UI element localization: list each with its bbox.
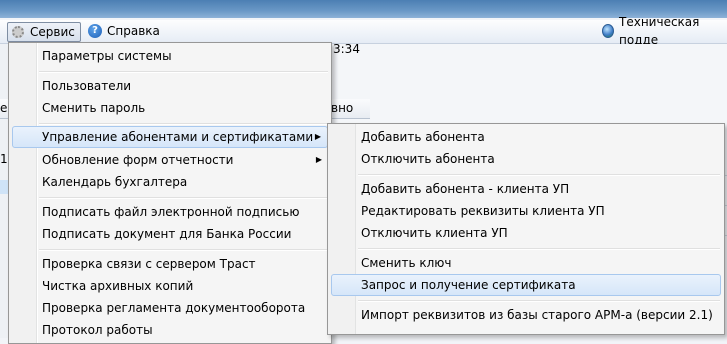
menu-help-label: Справка	[107, 24, 160, 38]
menu-separator	[39, 123, 328, 125]
menu-item-label: Добавить абонента - клиента УП	[361, 182, 570, 196]
menu-item-update-report-forms[interactable]: Обновление форм отчетности ▶	[12, 149, 328, 171]
help-icon: ?	[88, 24, 102, 38]
menu-item-edit-up-client[interactable]: Редактировать реквизиты клиента УП	[331, 200, 721, 222]
menu-item-import-old-arm[interactable]: Импорт реквизитов из базы старого АРМ-а …	[331, 304, 721, 326]
background-time-text: 3:34	[333, 42, 360, 56]
menu-item-disable-up-client[interactable]: Отключить клиента УП	[331, 222, 721, 244]
menu-item-label: Чистка архивных копий	[42, 279, 194, 293]
menu-item-manage-subscribers[interactable]: Управление абонентами и сертификатами ▶	[12, 126, 328, 148]
menu-item-label: Пользователи	[42, 79, 132, 93]
menu-separator	[358, 248, 720, 250]
gear-icon	[12, 26, 24, 38]
menu-item-label: Запрос и получение сертификата	[361, 278, 576, 292]
menu-separator	[39, 249, 328, 251]
menu-separator	[39, 197, 328, 199]
menu-item-label: Проверка связи с сервером Траст	[42, 257, 256, 271]
menu-item-sign-document-bank[interactable]: Подписать документ для Банка России	[12, 223, 328, 245]
menu-separator	[358, 174, 720, 176]
menu-item-clean-archives[interactable]: Чистка архивных копий	[12, 275, 328, 297]
menu-item-request-certificate[interactable]: Запрос и получение сертификата	[331, 274, 721, 296]
submenu-arrow-icon: ▶	[314, 132, 321, 141]
menu-item-label: Управление абонентами и сертификатами	[42, 130, 314, 144]
menu-item-label: Импорт реквизитов из базы старого АРМ-а …	[361, 308, 713, 322]
menu-item-label: Добавить абонента	[361, 130, 485, 144]
menu-item-label: Проверка регламента документооборота	[42, 301, 306, 315]
menu-item-label: Отключить клиента УП	[361, 226, 508, 240]
menu-separator	[358, 300, 720, 302]
menu-item-label: Параметры системы	[42, 49, 172, 63]
window-title-bar	[0, 0, 727, 18]
service-menu: Параметры системы Пользователи Сменить п…	[8, 42, 332, 344]
menu-separator	[39, 71, 328, 73]
subscriber-submenu: Добавить абонента Отключить абонента Доб…	[327, 123, 725, 335]
menu-item-label: Подписать файл электронной подписью	[42, 205, 300, 219]
menu-item-label: Отключить абонента	[361, 152, 495, 166]
globe-icon	[602, 24, 615, 38]
menu-item-check-connection[interactable]: Проверка связи с сервером Траст	[12, 253, 328, 275]
menu-item-label: Обновление форм отчетности	[42, 153, 234, 167]
menu-tech-support[interactable]: Техническая подде	[598, 15, 727, 47]
menu-item-check-workflow[interactable]: Проверка регламента документооборота	[12, 297, 328, 319]
background-header-text: вно	[331, 101, 354, 115]
submenu-arrow-icon: ▶	[315, 155, 322, 164]
menu-item-add-up-client[interactable]: Добавить абонента - клиента УП	[331, 178, 721, 200]
menu-item-users[interactable]: Пользователи	[12, 75, 328, 97]
menu-item-label: Сменить пароль	[42, 101, 146, 115]
menu-item-system-settings[interactable]: Параметры системы	[12, 45, 328, 67]
menu-help[interactable]: ? Справка	[84, 22, 165, 40]
menu-item-label: Подписать документ для Банка России	[42, 227, 292, 241]
background-left-text: е	[0, 101, 8, 115]
menu-bar: Сервис ? Справка Техническая подде	[0, 15, 727, 47]
menu-item-label: Сменить ключ	[361, 256, 452, 270]
menu-service-label: Сервис	[30, 25, 75, 39]
menu-item-label: Календарь бухгалтера	[42, 175, 188, 189]
menu-item-change-key[interactable]: Сменить ключ	[331, 252, 721, 274]
menu-item-add-subscriber[interactable]: Добавить абонента	[331, 126, 721, 148]
menu-item-change-password[interactable]: Сменить пароль	[12, 97, 328, 119]
menu-item-accountant-calendar[interactable]: Календарь бухгалтера	[12, 171, 328, 193]
menu-item-disable-subscriber[interactable]: Отключить абонента	[331, 148, 721, 170]
menu-service[interactable]: Сервис	[7, 22, 81, 42]
menu-item-label: Протокол работы	[42, 323, 153, 337]
menu-item-label: Редактировать реквизиты клиента УП	[361, 204, 605, 218]
menu-item-sign-file[interactable]: Подписать файл электронной подписью	[12, 201, 328, 223]
